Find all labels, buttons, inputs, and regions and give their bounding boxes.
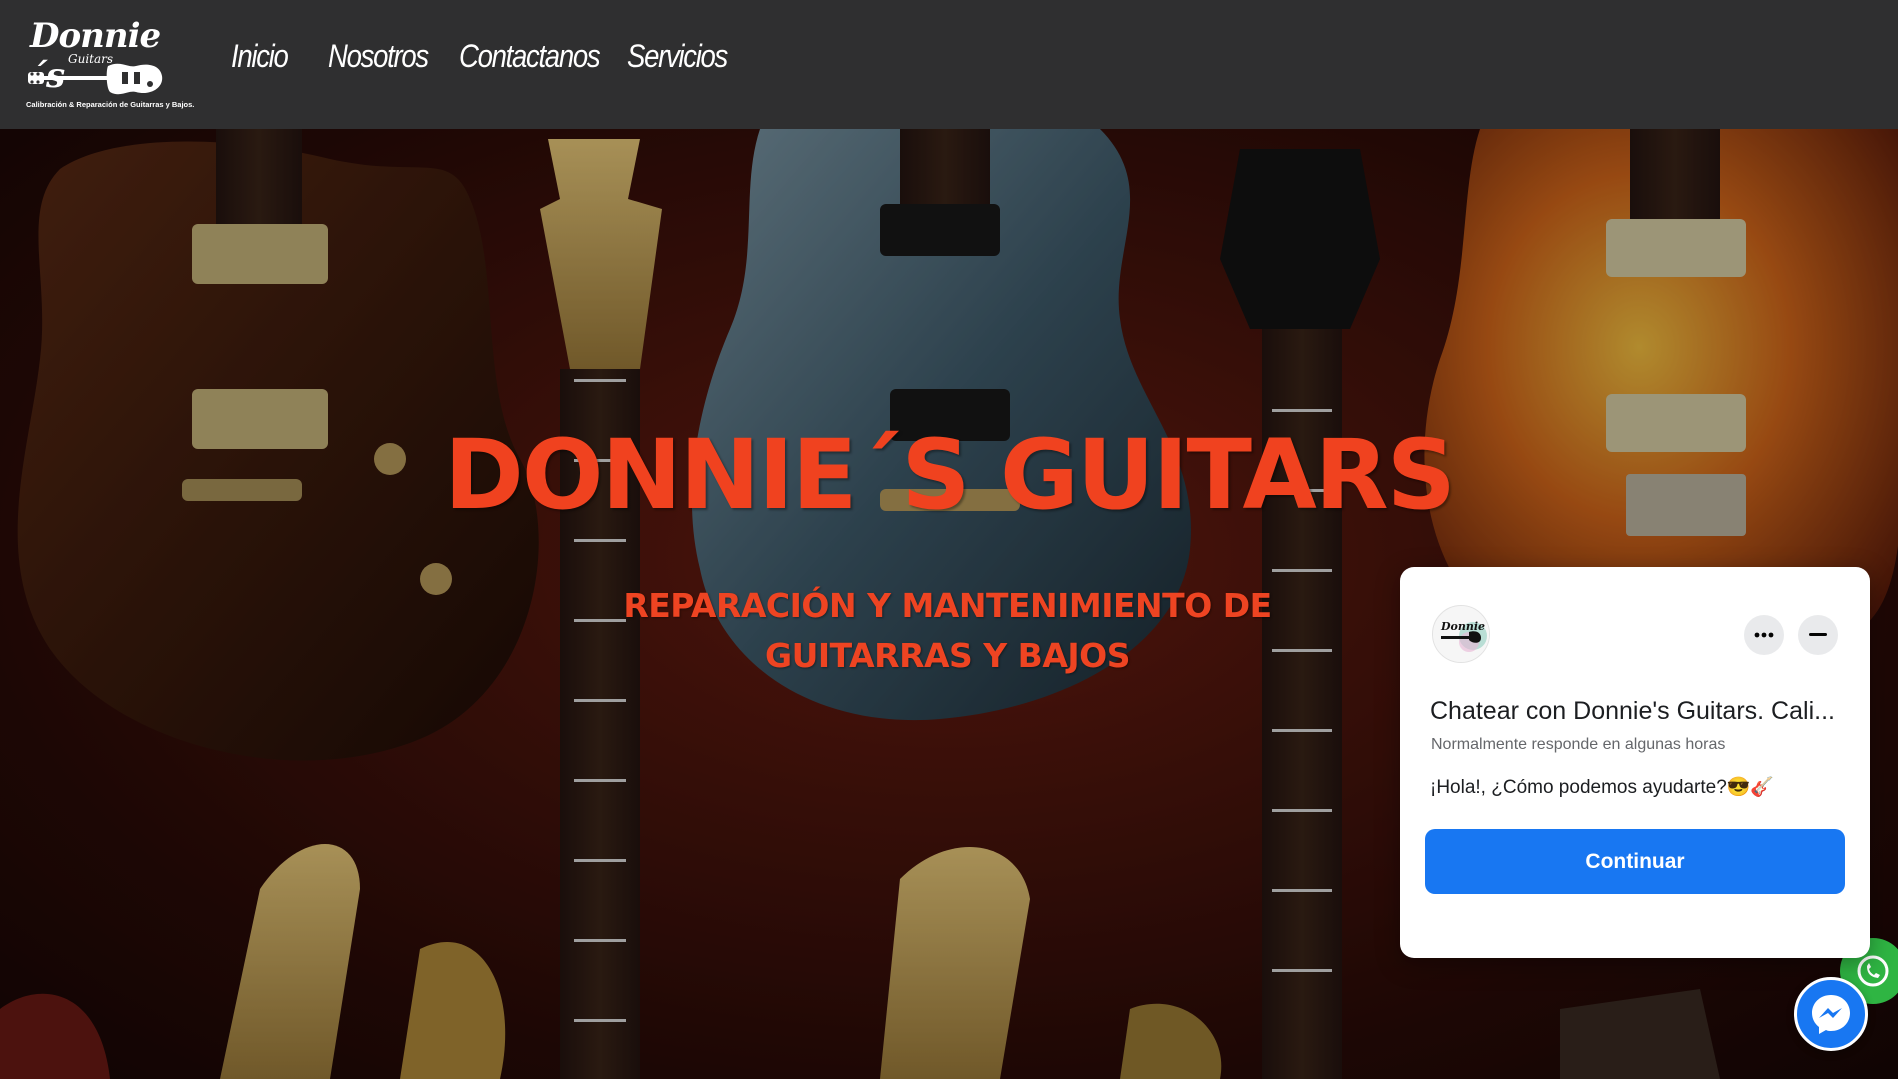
logo-tagline: Calibración & Reparación de Guitarras y …: [26, 100, 195, 109]
nav-link-servicios[interactable]: Servicios: [627, 38, 730, 75]
chat-more-button[interactable]: [1744, 615, 1784, 655]
chat-response-time: Normalmente responde en algunas horas: [1431, 736, 1726, 753]
nav-link-contactanos[interactable]: Contactanos: [459, 38, 603, 75]
chat-continue-button[interactable]: Continuar: [1425, 829, 1845, 894]
more-horizontal-icon: [1754, 632, 1774, 638]
donnies-guitars-avatar-icon: Donnie: [1433, 606, 1489, 662]
main-nav: Inicio Nosotros Contactanos Servicios: [231, 38, 747, 75]
nav-link-inicio[interactable]: Inicio: [231, 38, 314, 75]
chat-minimize-button[interactable]: [1798, 615, 1838, 655]
hero-subtitle: REPARACIÓN Y MANTENIMIENTO DE GUITARRAS …: [623, 586, 1272, 675]
messenger-icon: [1812, 995, 1850, 1034]
minimize-icon: [1809, 633, 1827, 636]
messenger-button[interactable]: [1794, 977, 1868, 1051]
chat-greeting-message: ¡Hola!, ¿Cómo podemos ayudarte?😎🎸: [1430, 777, 1775, 798]
page-avatar: Donnie: [1432, 605, 1490, 663]
whatsapp-icon: [1857, 955, 1889, 987]
hero-title: DONNIE´S GUITARS: [444, 419, 1456, 531]
site-header: Donnie´s Guitars Calibración & Reparació…: [0, 0, 1898, 129]
site-logo[interactable]: Donnie´s Guitars Calibración & Reparació…: [24, 14, 194, 114]
chat-title: Chatear con Donnie's Guitars. Cali...: [1430, 697, 1835, 725]
nav-link-nosotros[interactable]: Nosotros: [328, 38, 441, 75]
svg-text:Donnie: Donnie: [1440, 620, 1485, 633]
messenger-chat-widget: Donnie Chatear con Donnie's Guitars. Cal…: [1400, 567, 1870, 958]
guitar-logo-icon: [28, 63, 163, 95]
